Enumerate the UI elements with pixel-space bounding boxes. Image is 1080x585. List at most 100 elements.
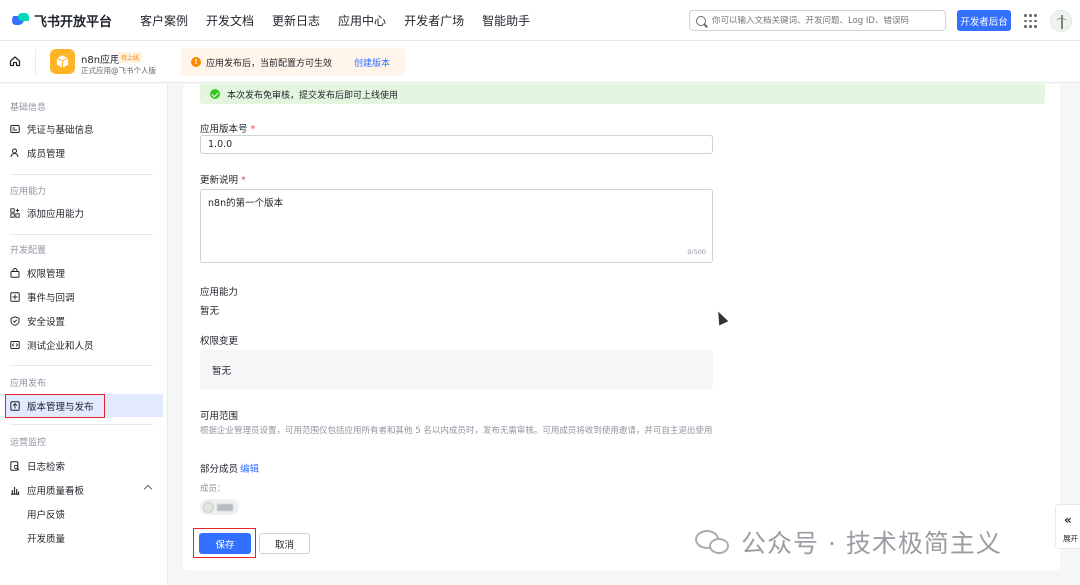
main-card bbox=[183, 84, 1060, 570]
member-chip[interactable] bbox=[200, 499, 239, 515]
required-mark: * bbox=[250, 124, 256, 135]
divider bbox=[35, 49, 36, 75]
member-name-redacted bbox=[217, 503, 233, 511]
version-input[interactable]: 1.0.0 bbox=[200, 135, 713, 154]
wechat-icon bbox=[695, 528, 731, 556]
permission-box: 暂无 bbox=[200, 350, 713, 389]
notes-label: 更新说明 * bbox=[200, 172, 246, 186]
edit-members-link[interactable]: 编辑 bbox=[240, 461, 259, 475]
required-mark: * bbox=[241, 175, 246, 186]
divider bbox=[10, 234, 153, 235]
sidebar-item-user-feedback[interactable]: 用户反馈 bbox=[27, 503, 65, 525]
apps-grid-icon[interactable] bbox=[1024, 14, 1037, 28]
success-banner: 本次发布免审核，提交发布后即可上线使用 bbox=[200, 84, 1045, 104]
app-name: n8n应用 bbox=[81, 55, 121, 66]
version-label-text: 应用版本号 bbox=[200, 124, 248, 135]
sidebar-section-publish: 应用发布 bbox=[10, 379, 47, 389]
app-subtitle: 正式应用@飞书个人版 bbox=[81, 66, 156, 75]
notes-label-text: 更新说明 bbox=[200, 175, 239, 186]
sidebar-item-security[interactable]: 安全设置 bbox=[10, 310, 65, 332]
sidebar-section-dev-config: 开发配置 bbox=[10, 246, 47, 256]
divider bbox=[10, 424, 153, 425]
sidebar-item-label: 事件与回调 bbox=[27, 293, 75, 304]
top-nav: 飞书开放平台 客户案例 开发文档 更新日志 应用中心 开发者广场 智能助手 开发… bbox=[0, 0, 1080, 41]
user-icon bbox=[10, 148, 20, 158]
watermark-text: 公众号 · 技术极简主义 bbox=[741, 529, 1002, 558]
lock-icon bbox=[10, 268, 20, 278]
app-header: n8n应用 待上线 正式应用@飞书个人版 ! 应用发布后，当前配置方可生效 创建… bbox=[0, 41, 1080, 83]
nav-link-changelog[interactable]: 更新日志 bbox=[272, 12, 320, 29]
nav-link-assistant[interactable]: 智能助手 bbox=[482, 12, 530, 29]
check-circle-icon bbox=[210, 89, 220, 99]
sidebar-section-basic: 基础信息 bbox=[10, 103, 47, 113]
sidebar-section-capability: 应用能力 bbox=[10, 187, 47, 197]
member-avatar bbox=[203, 501, 214, 513]
sidebar-item-label: 应用质量看板 bbox=[27, 486, 85, 497]
log-search-icon bbox=[10, 461, 20, 471]
sidebar-item-dev-quality[interactable]: 开发质量 bbox=[27, 527, 65, 549]
feishu-logo[interactable]: 飞书开放平台 bbox=[11, 11, 122, 30]
sidebar-item-credentials[interactable]: 凭证与基础信息 bbox=[10, 118, 94, 140]
sidebar-item-label: 用户反馈 bbox=[27, 510, 66, 521]
sidebar-item-label: 成员管理 bbox=[27, 149, 66, 160]
scope-label: 可用范围 bbox=[200, 411, 239, 422]
notice-text: 应用发布后，当前配置方可生效 bbox=[206, 58, 333, 69]
save-button[interactable]: 保存 bbox=[199, 533, 251, 554]
nav-link-cases[interactable]: 客户案例 bbox=[140, 12, 188, 29]
sidebar-item-permissions[interactable]: 权限管理 bbox=[10, 262, 65, 284]
watermark: 公众号 · 技术极简主义 bbox=[695, 524, 1002, 560]
expand-label: 展开 bbox=[1063, 534, 1078, 543]
sidebar-item-members[interactable]: 成员管理 bbox=[10, 142, 65, 164]
nav-link-app-center[interactable]: 应用中心 bbox=[338, 12, 386, 29]
sidebar-item-label: 凭证与基础信息 bbox=[27, 125, 94, 136]
permission-label: 权限变更 bbox=[200, 336, 239, 347]
status-badge: 待上线 bbox=[118, 52, 143, 63]
home-icon[interactable] bbox=[9, 55, 21, 67]
sidebar-item-test-enterprise[interactable]: 测试企业和人员 bbox=[10, 334, 94, 356]
success-text: 本次发布免审核，提交发布后即可上线使用 bbox=[227, 90, 399, 101]
capability-label: 应用能力 bbox=[200, 287, 239, 298]
id-card-icon bbox=[10, 124, 20, 134]
nav-link-docs[interactable]: 开发文档 bbox=[206, 12, 254, 29]
sidebar-item-label: 开发质量 bbox=[27, 534, 66, 545]
divider bbox=[10, 174, 153, 175]
warning-icon: ! bbox=[191, 57, 201, 67]
sidebar-item-label: 日志检索 bbox=[27, 462, 66, 473]
version-label: 应用版本号 * bbox=[200, 121, 255, 135]
logo-text: 飞书开放平台 bbox=[34, 14, 113, 30]
sidebar-item-quality-board[interactable]: 应用质量看板 bbox=[10, 479, 84, 501]
add-grid-icon bbox=[10, 208, 20, 218]
char-counter: 9/500 bbox=[687, 248, 706, 256]
publish-notice: ! 应用发布后，当前配置方可生效 创建版本 bbox=[181, 48, 405, 76]
members-label: 成员： bbox=[200, 484, 226, 494]
sidebar-item-events[interactable]: 事件与回调 bbox=[10, 286, 75, 308]
notes-textarea[interactable]: n8n的第一个版本 9/500 bbox=[200, 189, 713, 263]
search-input[interactable] bbox=[712, 15, 942, 26]
sidebar-item-label: 测试企业和人员 bbox=[27, 341, 94, 352]
divider bbox=[10, 365, 153, 366]
nav-link-dev-plaza[interactable]: 开发者广场 bbox=[404, 12, 464, 29]
sidebar-item-log-search[interactable]: 日志检索 bbox=[10, 455, 65, 477]
shield-icon bbox=[10, 316, 20, 326]
user-avatar[interactable] bbox=[1050, 10, 1072, 32]
search-icon bbox=[696, 15, 706, 26]
code-icon bbox=[10, 340, 20, 350]
notes-text: n8n的第一个版本 bbox=[208, 198, 284, 209]
bar-chart-icon bbox=[10, 485, 20, 495]
sidebar-section-monitoring: 运营监控 bbox=[10, 438, 47, 448]
dev-console-button[interactable]: 开发者后台 bbox=[957, 10, 1011, 31]
permission-value: 暂无 bbox=[212, 365, 232, 377]
sidebar-item-label: 添加应用能力 bbox=[27, 209, 85, 220]
highlight-outline bbox=[5, 394, 105, 418]
sidebar: 基础信息 凭证与基础信息 成员管理 应用能力 添加应用能力 开发配置 权限管理 … bbox=[0, 84, 168, 585]
nav-links: 客户案例 开发文档 更新日志 应用中心 开发者广场 智能助手 bbox=[140, 12, 548, 29]
search-box[interactable] bbox=[689, 10, 946, 31]
create-version-link[interactable]: 创建版本 bbox=[354, 56, 390, 69]
partial-members-text: 部分成员 bbox=[200, 464, 239, 475]
sidebar-item-add-capability[interactable]: 添加应用能力 bbox=[10, 202, 84, 224]
expand-panel-button[interactable]: « 展开 bbox=[1055, 504, 1080, 549]
cancel-button[interactable]: 取消 bbox=[259, 533, 310, 554]
app-cube-icon bbox=[50, 49, 75, 74]
capability-value: 暂无 bbox=[200, 306, 220, 317]
double-chevron-left-icon: « bbox=[1064, 513, 1072, 527]
